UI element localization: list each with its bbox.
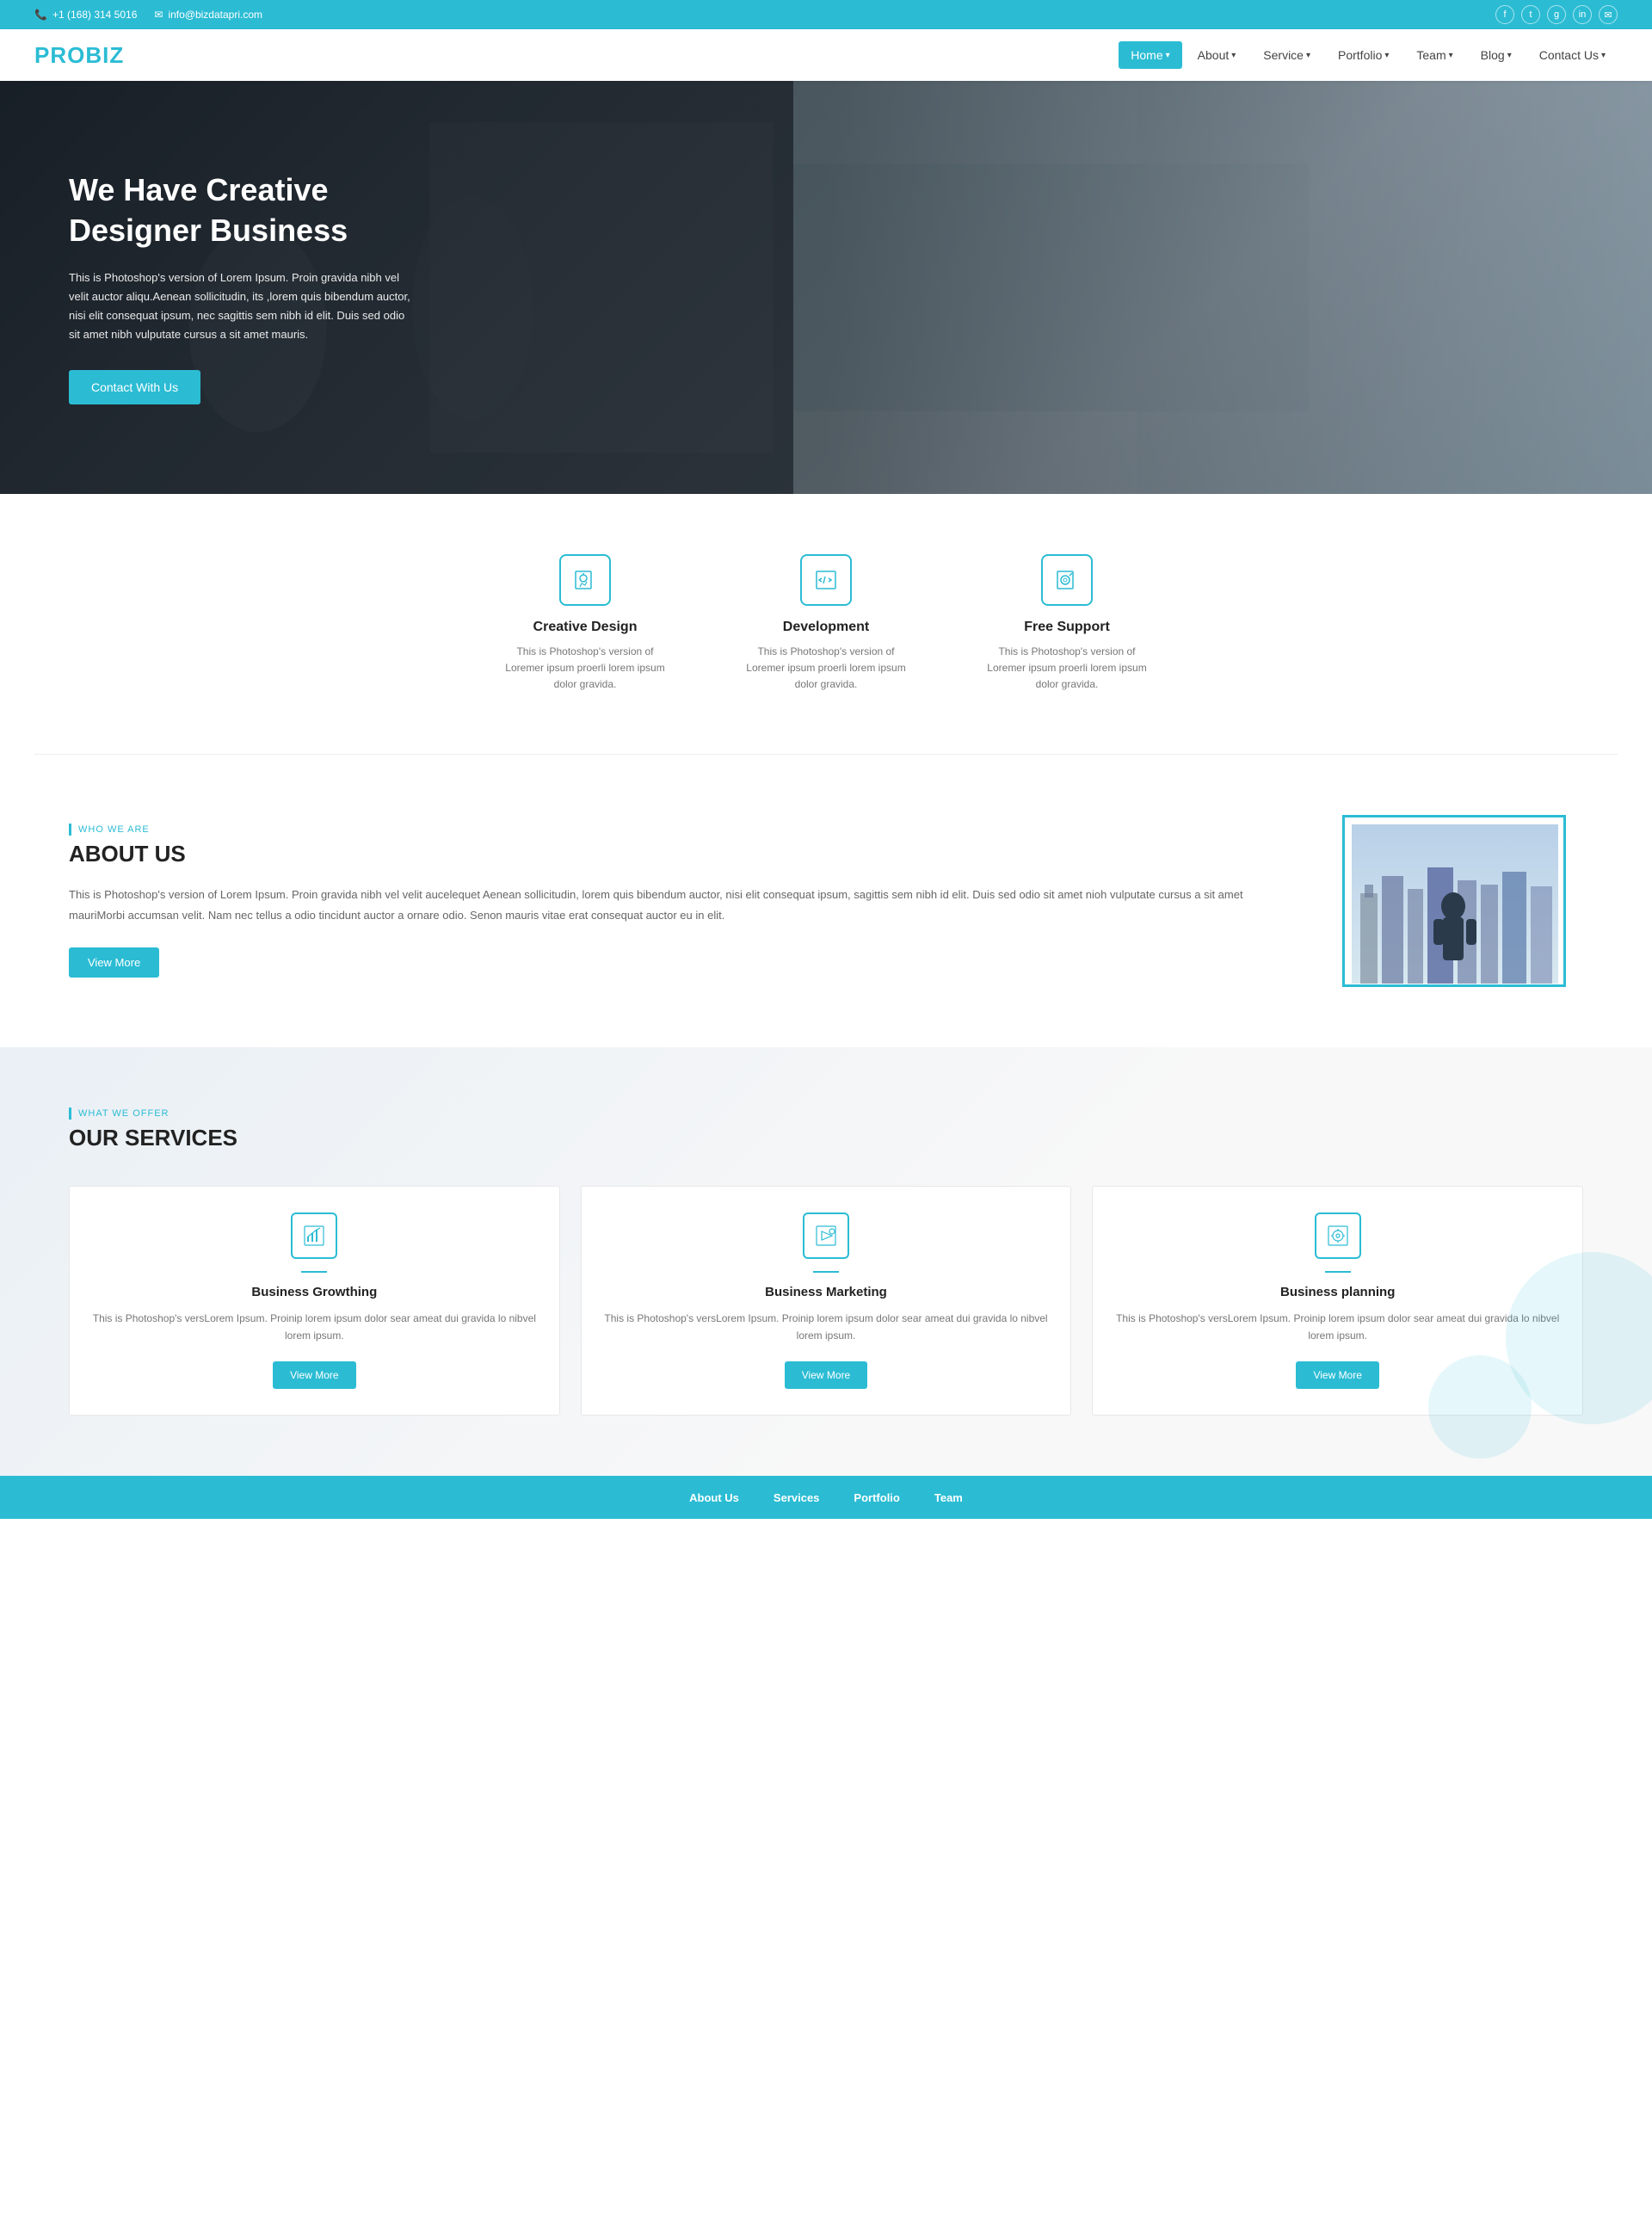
nav-about[interactable]: About ▾ xyxy=(1186,41,1248,69)
card-divider xyxy=(1325,1271,1351,1273)
chevron-down-icon: ▾ xyxy=(1449,51,1453,60)
nav-home[interactable]: Home ▾ xyxy=(1119,41,1181,69)
chevron-down-icon: ▾ xyxy=(1601,51,1606,60)
hero-cta-button[interactable]: Contact With Us xyxy=(69,370,200,404)
phone-item: 📞 +1 (168) 314 5016 xyxy=(34,9,137,21)
features-section: Creative Design This is Photoshop's vers… xyxy=(0,494,1652,754)
about-title: ABOUT US xyxy=(69,841,1273,867)
feature-free-support: Free Support This is Photoshop's version… xyxy=(981,554,1153,694)
feature-1-desc: This is Photoshop's version of Loremer i… xyxy=(499,644,671,694)
hero-title: We Have Creative Designer Business xyxy=(69,170,413,251)
footer-item-2: Services xyxy=(774,1491,820,1504)
chevron-down-icon: ▾ xyxy=(1507,51,1512,60)
hero-section: We Have Creative Designer Business This … xyxy=(0,81,1652,494)
chevron-down-icon: ▾ xyxy=(1306,51,1310,60)
social-icons: f t g in ✉ xyxy=(1495,5,1618,24)
creative-design-icon xyxy=(559,554,611,606)
card-divider xyxy=(813,1271,839,1273)
services-label: WHAT WE OFFER xyxy=(69,1108,1583,1120)
about-label: WHO WE ARE xyxy=(69,824,1273,836)
about-right xyxy=(1342,815,1583,987)
nav-contact[interactable]: Contact Us ▾ xyxy=(1527,41,1618,69)
nav-links: Home ▾ About ▾ Service ▾ Portfolio ▾ Tea… xyxy=(1119,41,1618,69)
development-icon xyxy=(800,554,852,606)
about-view-more-button[interactable]: View More xyxy=(69,947,159,978)
nav-portfolio[interactable]: Portfolio ▾ xyxy=(1326,41,1401,69)
footer-preview: About Us Services Portfolio Team xyxy=(0,1476,1652,1519)
email-social-icon[interactable]: ✉ xyxy=(1599,5,1618,24)
service-1-desc: This is Photoshop's versLorem Ipsum. Pro… xyxy=(90,1310,539,1345)
about-section: WHO WE ARE ABOUT US This is Photoshop's … xyxy=(0,755,1652,1047)
hero-description: This is Photoshop's version of Lorem Ips… xyxy=(69,268,413,344)
growthing-icon xyxy=(291,1212,337,1259)
email-address: info@bizdatapri.com xyxy=(168,9,262,21)
nav-team[interactable]: Team ▾ xyxy=(1404,41,1464,69)
feature-3-desc: This is Photoshop's version of Loremer i… xyxy=(981,644,1153,694)
service-card-growthing: Business Growthing This is Photoshop's v… xyxy=(69,1186,560,1416)
about-image-frame xyxy=(1342,815,1566,987)
planning-icon xyxy=(1315,1212,1361,1259)
nav-service[interactable]: Service ▾ xyxy=(1251,41,1322,69)
service-3-title: Business planning xyxy=(1113,1285,1562,1299)
feature-creative-design: Creative Design This is Photoshop's vers… xyxy=(499,554,671,694)
phone-number: +1 (168) 314 5016 xyxy=(52,9,137,21)
service-card-marketing: Business Marketing This is Photoshop's v… xyxy=(581,1186,1072,1416)
services-title: OUR SERVICES xyxy=(69,1125,1583,1151)
services-section: WHAT WE OFFER OUR SERVICES Business Grow… xyxy=(0,1047,1652,1477)
feature-2-desc: This is Photoshop's version of Loremer i… xyxy=(740,644,912,694)
hero-content: We Have Creative Designer Business This … xyxy=(0,170,482,404)
feature-3-title: Free Support xyxy=(981,620,1153,635)
service-3-desc: This is Photoshop's versLorem Ipsum. Pro… xyxy=(1113,1310,1562,1345)
google-plus-icon[interactable]: g xyxy=(1547,5,1566,24)
top-bar-left: 📞 +1 (168) 314 5016 ✉ info@bizdatapri.co… xyxy=(34,9,262,21)
chevron-down-icon: ▾ xyxy=(1166,51,1170,60)
about-left: WHO WE ARE ABOUT US This is Photoshop's … xyxy=(69,824,1273,978)
feature-1-title: Creative Design xyxy=(499,620,671,635)
services-grid: Business Growthing This is Photoshop's v… xyxy=(69,1186,1583,1416)
footer-item-4: Team xyxy=(934,1491,963,1504)
facebook-icon[interactable]: f xyxy=(1495,5,1514,24)
about-image xyxy=(1352,824,1558,984)
feature-development: Development This is Photoshop's version … xyxy=(740,554,912,694)
twitter-icon[interactable]: t xyxy=(1521,5,1540,24)
footer-item-3: Portfolio xyxy=(854,1491,899,1504)
deco-circle-2 xyxy=(1428,1355,1532,1459)
service-2-button[interactable]: View More xyxy=(785,1361,867,1389)
nav-blog[interactable]: Blog ▾ xyxy=(1469,41,1524,69)
service-1-title: Business Growthing xyxy=(90,1285,539,1299)
service-2-title: Business Marketing xyxy=(602,1285,1051,1299)
phone-icon: 📞 xyxy=(34,9,47,21)
linkedin-icon[interactable]: in xyxy=(1573,5,1592,24)
email-icon: ✉ xyxy=(154,9,163,21)
about-description: This is Photoshop's version of Lorem Ips… xyxy=(69,885,1273,925)
service-1-button[interactable]: View More xyxy=(273,1361,355,1389)
email-item: ✉ info@bizdatapri.com xyxy=(154,9,262,21)
footer-item-1: About Us xyxy=(689,1491,739,1504)
logo: PROBIZ xyxy=(34,42,124,69)
chevron-down-icon: ▾ xyxy=(1231,51,1236,60)
card-divider xyxy=(301,1271,327,1273)
chevron-down-icon: ▾ xyxy=(1384,51,1389,60)
top-bar: 📞 +1 (168) 314 5016 ✉ info@bizdatapri.co… xyxy=(0,0,1652,29)
marketing-icon xyxy=(803,1212,849,1259)
free-support-icon xyxy=(1041,554,1093,606)
navbar: PROBIZ Home ▾ About ▾ Service ▾ Portfoli… xyxy=(0,29,1652,81)
feature-2-title: Development xyxy=(740,620,912,635)
service-3-button[interactable]: View More xyxy=(1296,1361,1378,1389)
service-2-desc: This is Photoshop's versLorem Ipsum. Pro… xyxy=(602,1310,1051,1345)
